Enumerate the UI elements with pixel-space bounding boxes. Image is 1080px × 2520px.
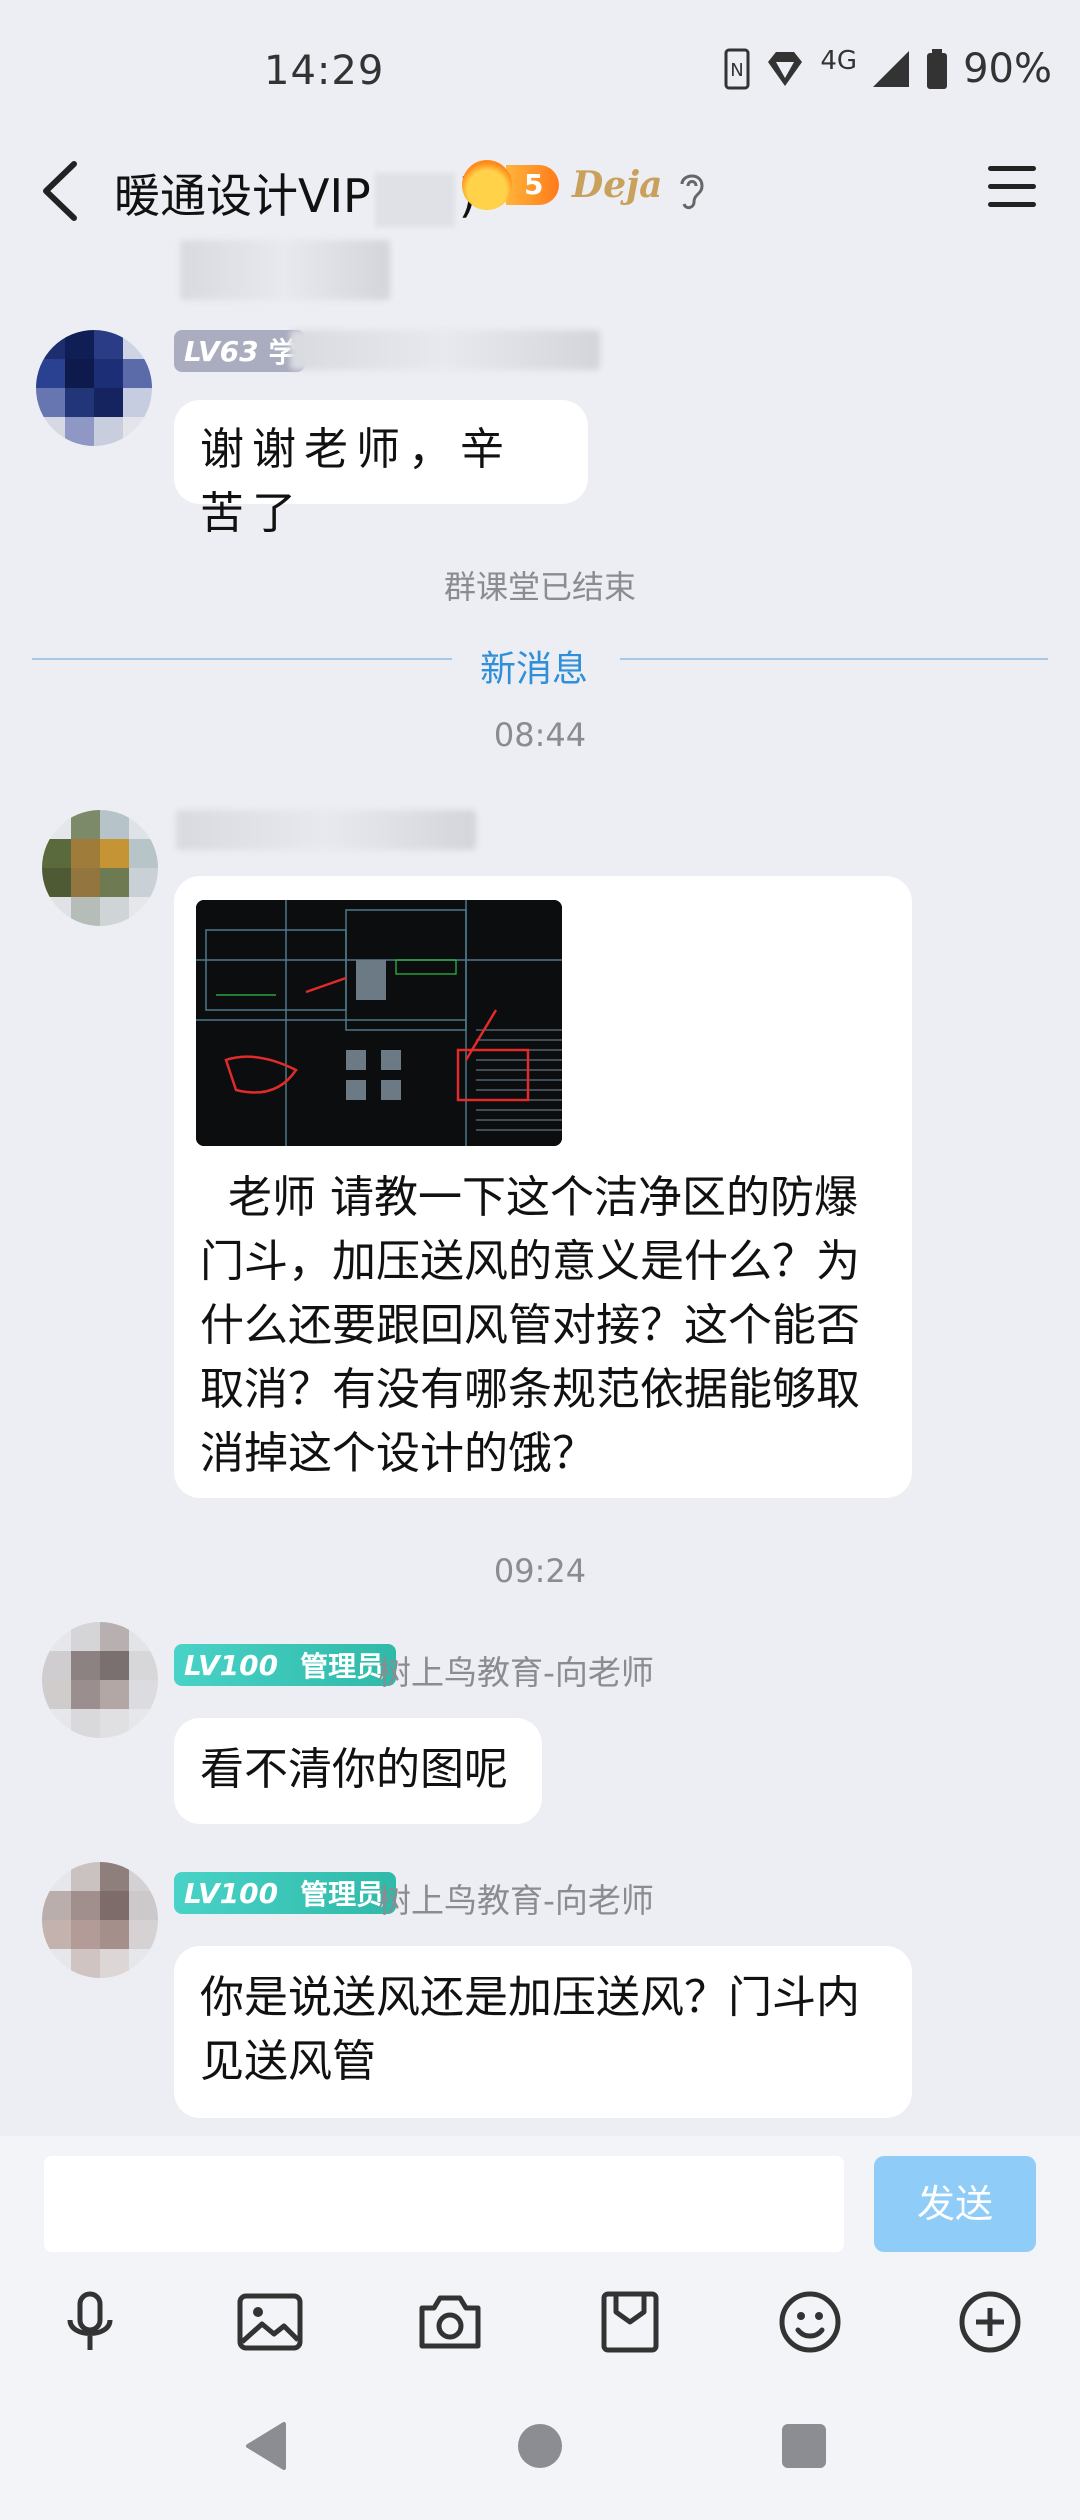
admin-badge: LV100 管理员 bbox=[174, 1872, 397, 1914]
message-bubble[interactable]: 谢谢老师，辛苦了 bbox=[174, 400, 588, 539]
title-mosaic bbox=[374, 172, 455, 227]
sender-name-mosaic bbox=[290, 330, 600, 370]
divider-left bbox=[32, 658, 452, 660]
status-time: 14:29 bbox=[264, 48, 385, 94]
divider-right bbox=[620, 658, 1048, 660]
plus-icon[interactable] bbox=[954, 2286, 1026, 2358]
menu-line bbox=[988, 202, 1036, 207]
admin-badge: LV100 管理员 bbox=[174, 1644, 397, 1686]
battery-percent: 90% bbox=[963, 46, 1052, 92]
back-button[interactable] bbox=[36, 158, 86, 224]
avatar[interactable] bbox=[42, 810, 158, 926]
microphone-icon[interactable] bbox=[54, 2286, 126, 2358]
fire-level: 5 bbox=[506, 165, 560, 205]
status-blur bbox=[376, 52, 394, 92]
file-icon[interactable] bbox=[594, 2286, 666, 2358]
level-text: LV100 bbox=[184, 1876, 279, 1910]
avatar[interactable] bbox=[42, 1862, 158, 1978]
status-icons: N 4G 90% bbox=[724, 46, 1052, 92]
header-mosaic bbox=[180, 240, 390, 300]
deja-badge[interactable]: Deja bbox=[572, 164, 662, 206]
sender-name-mosaic bbox=[176, 810, 476, 850]
avatar-mosaic bbox=[42, 1862, 158, 1978]
new-messages-label: 新消息 bbox=[480, 649, 589, 690]
signal-icon bbox=[873, 51, 910, 87]
timestamp: 09:24 bbox=[493, 1552, 587, 1590]
level-text: LV63 bbox=[184, 334, 259, 368]
chat-title-start: 暖通设计VIP bbox=[114, 169, 371, 223]
battery-icon bbox=[927, 49, 948, 89]
nav-recent-icon[interactable] bbox=[782, 2424, 826, 2468]
message-input[interactable] bbox=[44, 2156, 844, 2252]
network-type: 4G bbox=[820, 46, 858, 76]
image-icon[interactable] bbox=[234, 2286, 306, 2358]
emoji-icon[interactable] bbox=[774, 2286, 846, 2358]
send-button[interactable]: 发送 bbox=[874, 2156, 1036, 2252]
nav-back-icon[interactable] bbox=[244, 2420, 288, 2476]
message-bubble[interactable]: 你是说送风还是加压送风？门斗内见送风管 bbox=[174, 1946, 912, 2118]
menu-button[interactable] bbox=[988, 166, 1036, 210]
svg-text:N: N bbox=[731, 60, 744, 81]
avatar-mosaic bbox=[42, 810, 158, 926]
sender-name[interactable]: 树上鸟教育-向老师 bbox=[378, 1646, 654, 1694]
avatar-mosaic bbox=[36, 330, 152, 446]
message-bubble[interactable]: 看不清你的图呢 bbox=[174, 1718, 542, 1824]
cad-drawing-image[interactable] bbox=[196, 900, 562, 1146]
timestamp: 08:44 bbox=[493, 716, 587, 754]
fire-face-icon bbox=[462, 160, 512, 210]
ear-icon[interactable] bbox=[676, 168, 708, 212]
camera-icon[interactable] bbox=[414, 2286, 486, 2358]
avatar-mosaic bbox=[42, 1622, 158, 1738]
level-badge: LV63 学 bbox=[174, 330, 305, 372]
question-text: 老师 请教一下这个洁净区的防爆门斗，加压送风的意义是什么？为什么还要跟回风管对接… bbox=[200, 1172, 860, 1479]
menu-line bbox=[988, 166, 1036, 171]
nfc-icon: N bbox=[724, 48, 750, 90]
level-text: LV100 bbox=[184, 1648, 279, 1682]
menu-line bbox=[988, 184, 1036, 189]
chevron-left-icon bbox=[43, 161, 77, 221]
avatar[interactable] bbox=[42, 1622, 158, 1738]
vpn-diamond-icon bbox=[768, 52, 803, 86]
nav-home-icon[interactable] bbox=[518, 2424, 562, 2468]
group-fire-badge[interactable]: 5 bbox=[462, 160, 560, 210]
sender-name[interactable]: 树上鸟教育-向老师 bbox=[378, 1874, 654, 1922]
chat-title: 暖通设计VIP) bbox=[114, 160, 477, 227]
class-ended-notice: 群课堂已结束 bbox=[443, 568, 636, 606]
avatar[interactable] bbox=[36, 330, 152, 446]
